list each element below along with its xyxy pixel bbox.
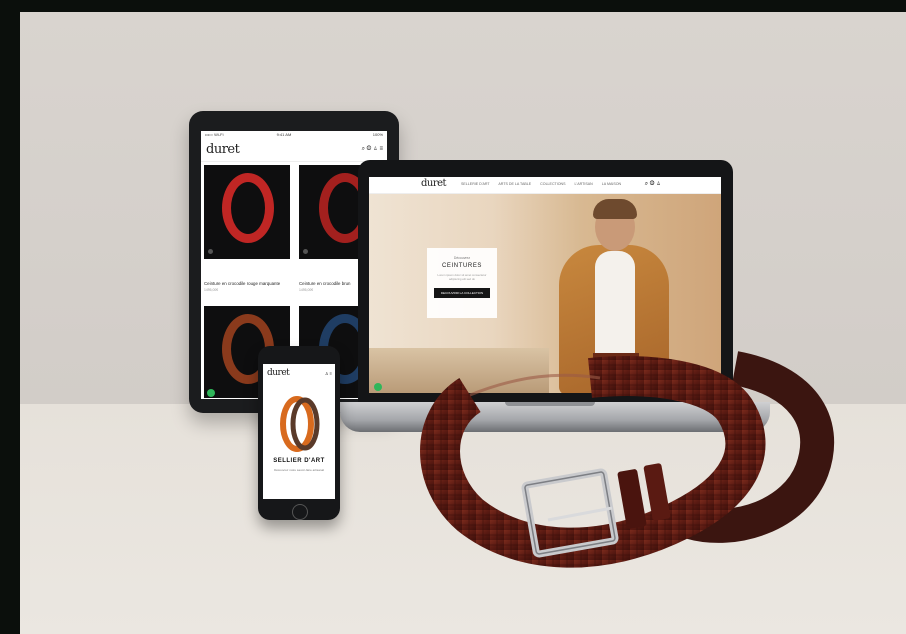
belt-top-edge xyxy=(469,373,601,397)
crocodile-belt xyxy=(420,351,835,568)
product-mockup-scene: ••••○ Wi-Fi 9:41 AM 100% duret ⌕ ◍ ♙ ≡ C… xyxy=(0,0,906,634)
belt-keeper xyxy=(643,463,671,521)
belt-front-strap xyxy=(420,356,766,568)
belt-keeper xyxy=(617,469,647,529)
